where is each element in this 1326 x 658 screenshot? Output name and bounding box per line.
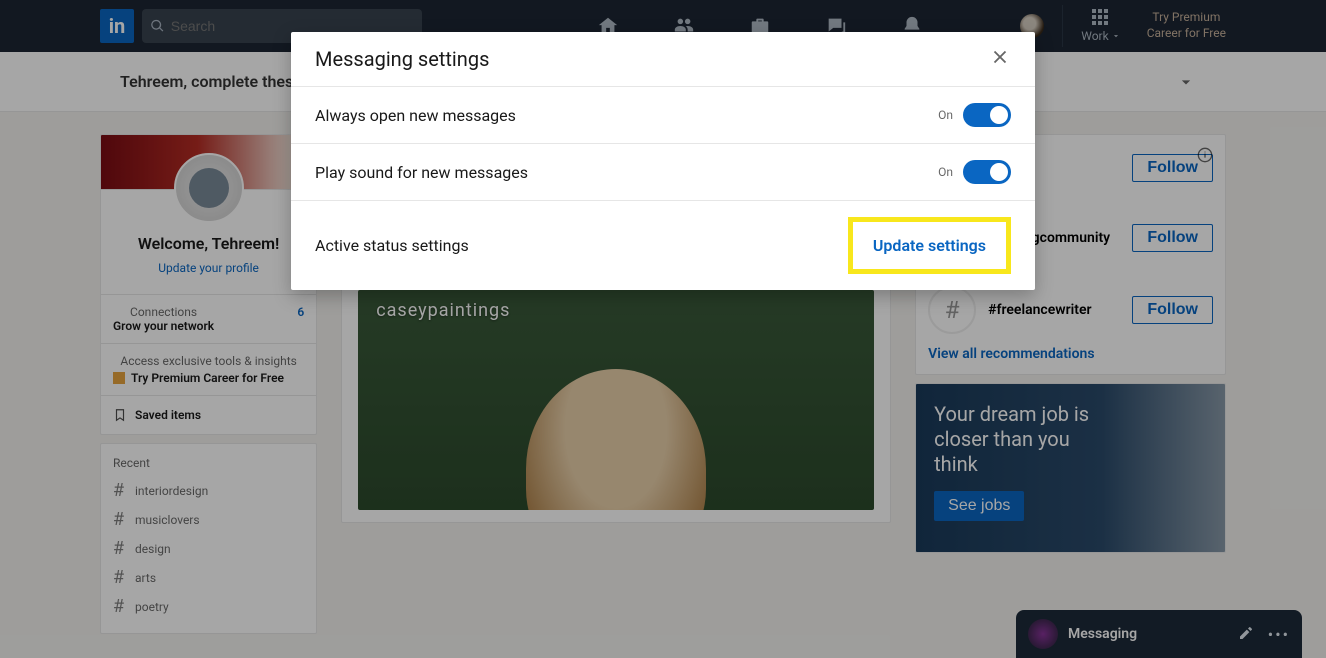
setting-row-open-new: Always open new messages On [291, 87, 1035, 144]
close-icon[interactable] [989, 46, 1011, 72]
setting-label: Always open new messages [315, 106, 516, 125]
toggle-state-text: On [938, 165, 953, 179]
modal-title: Messaging settings [315, 47, 489, 71]
messaging-settings-modal: Messaging settings Always open new messa… [291, 32, 1035, 290]
toggle-switch[interactable] [963, 160, 1011, 184]
toggle-state-text: On [938, 108, 953, 122]
update-settings-button[interactable]: Update settings [855, 224, 1004, 267]
setting-row-active-status: Active status settings Update settings [291, 201, 1035, 290]
toggle-switch[interactable] [963, 103, 1011, 127]
setting-label: Active status settings [315, 236, 469, 255]
tutorial-highlight: Update settings [848, 217, 1011, 274]
setting-row-play-sound: Play sound for new messages On [291, 144, 1035, 201]
setting-label: Play sound for new messages [315, 163, 528, 182]
